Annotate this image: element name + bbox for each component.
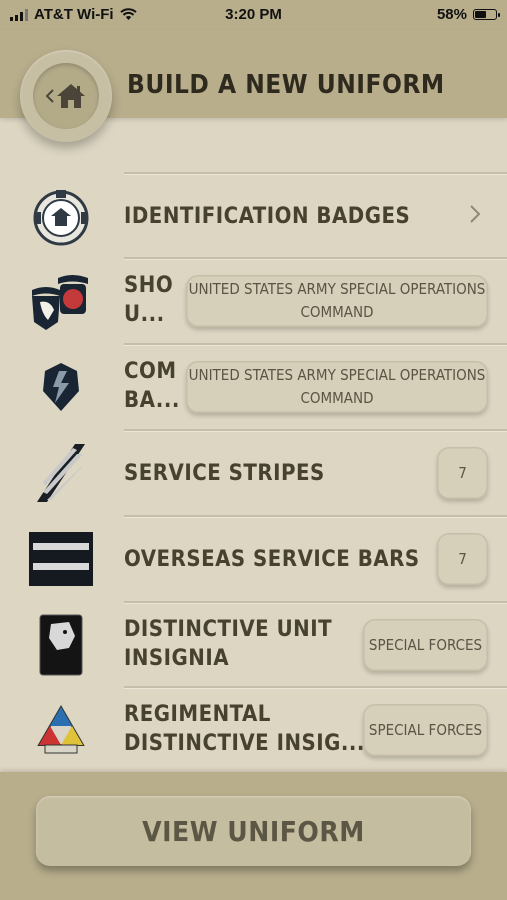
- list-item-overseas-bars[interactable]: OVERSEAS SERVICE BARS 7: [0, 517, 507, 601]
- status-bar: AT&T Wi-Fi 3:20 PM 58%: [0, 0, 507, 30]
- identification-badge-icon: [28, 186, 94, 246]
- list-item-service-stripes[interactable]: SERVICE STRIPES 7: [0, 431, 507, 515]
- overseas-bars-icon: [28, 529, 94, 589]
- home-button[interactable]: [20, 50, 112, 142]
- combat-patch-icon: [28, 357, 94, 417]
- airborne-patches-icon: [28, 271, 94, 331]
- row-label: REGIMENTAL DISTINCTIVE INSIG...: [124, 702, 365, 756]
- list-item-regimental-insignia[interactable]: REGIMENTAL DISTINCTIVE INSIG... SPECIAL …: [0, 688, 507, 772]
- value-field[interactable]: SPECIAL FORCES: [363, 704, 488, 756]
- row-label: DISTINCTIVE UNIT INSIGNIA: [124, 617, 333, 671]
- battery-percent: 58%: [436, 6, 467, 23]
- value-field[interactable]: SPECIAL FORCES: [363, 619, 488, 671]
- footer-bar: VIEW UNIFORM: [0, 772, 507, 900]
- battery-icon: [473, 9, 500, 20]
- value-field[interactable]: 7: [437, 533, 488, 585]
- row-label: IDENTIFICATION BADGES: [124, 204, 411, 229]
- list-item-shoulder[interactable]: SHO U... UNITED STATES ARMY SPECIAL OPER…: [0, 259, 507, 343]
- page-title: BUILD A NEW UNIFORM: [127, 70, 445, 100]
- clock: 3:20 PM: [225, 6, 282, 23]
- row-label: COM BA...: [124, 359, 180, 413]
- unit-insignia-icon: [28, 614, 94, 676]
- row-label: SERVICE STRIPES: [124, 461, 325, 486]
- value-field[interactable]: UNITED STATES ARMY SPECIAL OPERATIONS CO…: [186, 275, 488, 327]
- view-uniform-button[interactable]: VIEW UNIFORM: [36, 796, 471, 866]
- list-item-combat[interactable]: COM BA... UNITED STATES ARMY SPECIAL OPE…: [0, 345, 507, 429]
- row-label: SHO U...: [124, 273, 174, 327]
- home-icon: [57, 84, 85, 108]
- list-item-distinctive-unit-insignia[interactable]: DISTINCTIVE UNIT INSIGNIA SPECIAL FORCES: [0, 603, 507, 687]
- header-bar: BUILD A NEW UNIFORM: [0, 30, 507, 142]
- value-field[interactable]: UNITED STATES ARMY SPECIAL OPERATIONS CO…: [186, 361, 488, 413]
- service-stripes-icon: [28, 443, 94, 503]
- chevron-right-icon: [470, 205, 481, 223]
- value-field[interactable]: 7: [437, 447, 488, 499]
- regimental-insignia-icon: [28, 700, 94, 760]
- row-label: OVERSEAS SERVICE BARS: [124, 547, 420, 572]
- chevron-left-icon: [46, 89, 54, 103]
- list-item-identification-badges[interactable]: IDENTIFICATION BADGES: [0, 174, 507, 258]
